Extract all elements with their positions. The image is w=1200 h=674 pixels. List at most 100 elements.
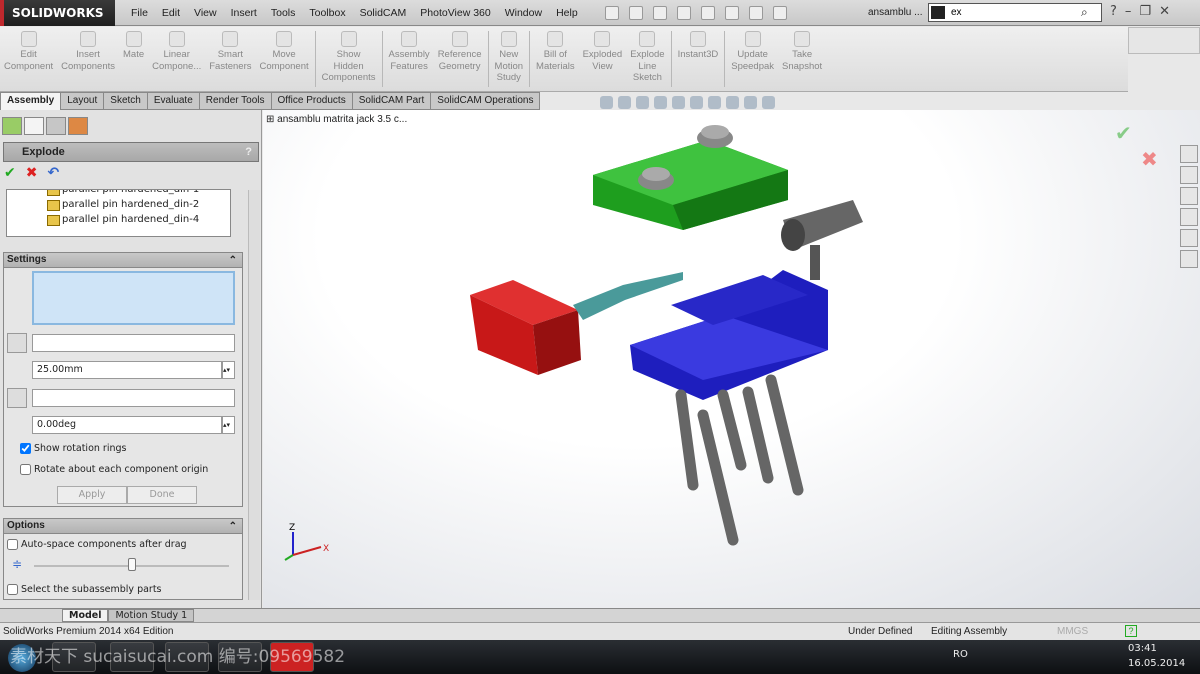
menu-file[interactable]: File <box>124 7 155 19</box>
menu-tools[interactable]: Tools <box>264 7 303 19</box>
search-icon[interactable]: ⌕ <box>1081 5 1088 20</box>
ribbon-move-component[interactable]: Move Component <box>256 27 313 91</box>
save-icon[interactable] <box>653 6 667 20</box>
angle-field[interactable]: 0.00deg <box>32 416 222 434</box>
gray-pins[interactable] <box>675 374 804 546</box>
rotation-axis-icon[interactable] <box>7 388 27 408</box>
home-icon[interactable] <box>1180 145 1198 163</box>
ok-icon[interactable]: ✔ <box>4 165 16 181</box>
settings-header[interactable]: Settings <box>4 253 242 268</box>
explode-direction-icon[interactable] <box>7 333 27 353</box>
rotate-origin-input[interactable] <box>20 464 31 475</box>
tab-office-products[interactable]: Office Products <box>271 92 353 110</box>
options-icon[interactable] <box>773 6 787 20</box>
command-search[interactable]: ⌕ <box>928 3 1102 22</box>
rotate-origin-checkbox[interactable]: Rotate about each component origin <box>20 464 208 475</box>
menu-edit[interactable]: Edit <box>155 7 187 19</box>
language-indicator[interactable]: RO <box>953 649 968 660</box>
options-header[interactable]: Options <box>4 519 242 534</box>
new-icon[interactable] <box>605 6 619 20</box>
undo-icon[interactable] <box>701 6 715 20</box>
section-view-icon[interactable] <box>654 96 667 109</box>
menu-help[interactable]: Help <box>549 7 585 19</box>
angle-spinner[interactable]: ▴▾ <box>222 416 235 434</box>
close-icon[interactable]: ✕ <box>1159 4 1170 19</box>
search-input[interactable] <box>951 7 1081 18</box>
units-selector[interactable]: MMGS <box>1057 623 1088 640</box>
component-list-item[interactable]: parallel pin hardened_din-4 <box>7 212 230 227</box>
tree-root-label[interactable]: ansamblu matrita jack 3.5 c... <box>277 114 407 125</box>
tab-model[interactable]: Model <box>62 609 109 622</box>
distance-field[interactable]: 25.00mm <box>32 361 222 379</box>
zoom-fit-icon[interactable] <box>600 96 613 109</box>
restore-icon[interactable]: ❐ <box>1139 4 1151 19</box>
scene-icon[interactable] <box>744 96 757 109</box>
hide-show-icon[interactable] <box>708 96 721 109</box>
tab-assembly[interactable]: Assembly <box>0 92 62 110</box>
menu-photoview-360[interactable]: PhotoView 360 <box>413 7 497 19</box>
tab-solidcam-operations[interactable]: SolidCAM Operations <box>431 92 541 110</box>
property-manager-tab[interactable] <box>24 117 44 135</box>
undo-icon[interactable]: ↶ <box>47 165 59 181</box>
ribbon-show-hidden-components[interactable]: Show Hidden Components <box>318 27 380 91</box>
expand-icon[interactable]: ⊞ <box>266 114 277 125</box>
ribbon-insert-components[interactable]: Insert Components <box>57 27 119 91</box>
cancel-icon[interactable]: ✖ <box>26 165 38 181</box>
feature-tree-flyout[interactable]: ⊞ ansamblu matrita jack 3.5 c... <box>266 114 407 125</box>
solidworks-logo[interactable]: SOLIDWORKS <box>0 0 115 26</box>
ribbon-update-speedpak[interactable]: Update Speedpak <box>727 27 778 91</box>
gray-handle[interactable] <box>781 200 863 280</box>
tab-solidcam-part[interactable]: SolidCAM Part <box>352 92 432 110</box>
show-rotation-rings-checkbox[interactable]: Show rotation rings <box>20 443 126 454</box>
ribbon-edit-component[interactable]: Edit Component <box>0 27 57 91</box>
file-explorer-icon[interactable] <box>1180 187 1198 205</box>
view-orientation-icon[interactable] <box>672 96 685 109</box>
component-list-item[interactable]: parallel pin hardened_din-2 <box>7 197 230 212</box>
previous-view-icon[interactable] <box>636 96 649 109</box>
help-icon[interactable]: ? <box>1110 4 1117 19</box>
ribbon-explode-line-sketch[interactable]: Explode Line Sketch <box>626 27 668 91</box>
ribbon-instant3d[interactable]: Instant3D <box>674 27 723 91</box>
minimize-icon[interactable]: – <box>1125 4 1132 19</box>
ribbon-reference-geometry[interactable]: Reference Geometry <box>434 27 486 91</box>
tab-sketch[interactable]: Sketch <box>104 92 148 110</box>
appearances-icon[interactable] <box>1180 229 1198 247</box>
ribbon-bill-of-materials[interactable]: Bill of Materials <box>532 27 579 91</box>
distance-spinner[interactable]: ▴▾ <box>222 361 235 379</box>
spacing-slider-thumb[interactable] <box>127 558 136 571</box>
display-manager-tab[interactable] <box>68 117 88 135</box>
appearance-icon[interactable] <box>726 96 739 109</box>
auto-space-checkbox[interactable]: Auto-space components after drag <box>7 539 187 550</box>
menu-solidcam[interactable]: SolidCAM <box>353 7 414 19</box>
print-icon[interactable] <box>677 6 691 20</box>
view-palette-icon[interactable] <box>1180 208 1198 226</box>
display-style-icon[interactable] <box>690 96 703 109</box>
open-icon[interactable] <box>629 6 643 20</box>
panel-scrollbar[interactable] <box>248 190 260 600</box>
feature-manager-tab[interactable] <box>2 117 22 135</box>
tab-render-tools[interactable]: Render Tools <box>199 92 272 110</box>
confirm-ok-icon[interactable]: ✔ <box>1115 121 1132 145</box>
menu-insert[interactable]: Insert <box>224 7 264 19</box>
zoom-area-icon[interactable] <box>618 96 631 109</box>
apply-button[interactable]: Apply <box>57 486 127 504</box>
red-block[interactable] <box>470 280 581 375</box>
show-rotation-rings-input[interactable] <box>20 443 31 454</box>
ribbon-smart-fasteners[interactable]: Smart Fasteners <box>205 27 255 91</box>
graphics-area[interactable]: Z X ✔ ✖ <box>263 110 1200 608</box>
menu-toolbox[interactable]: Toolbox <box>302 7 352 19</box>
ribbon-exploded-view[interactable]: Exploded View <box>579 27 627 91</box>
menu-view[interactable]: View <box>187 7 224 19</box>
components-list[interactable]: parallel pin hardened_din-1 parallel pin … <box>6 189 231 237</box>
clock-date[interactable]: 16.05.2014 <box>1128 658 1185 669</box>
select-subassembly-checkbox[interactable]: Select the subassembly parts <box>7 584 162 595</box>
custom-properties-icon[interactable] <box>1180 250 1198 268</box>
done-button[interactable]: Done <box>127 486 197 504</box>
ribbon-linear-compone-[interactable]: Linear Compone... <box>148 27 205 91</box>
explode-direction-field[interactable] <box>32 334 235 352</box>
select-subassembly-input[interactable] <box>7 584 18 595</box>
ribbon-assembly-features[interactable]: Assembly Features <box>385 27 434 91</box>
configuration-manager-tab[interactable] <box>46 117 66 135</box>
rebuild-icon[interactable] <box>749 6 763 20</box>
select-icon[interactable] <box>725 6 739 20</box>
